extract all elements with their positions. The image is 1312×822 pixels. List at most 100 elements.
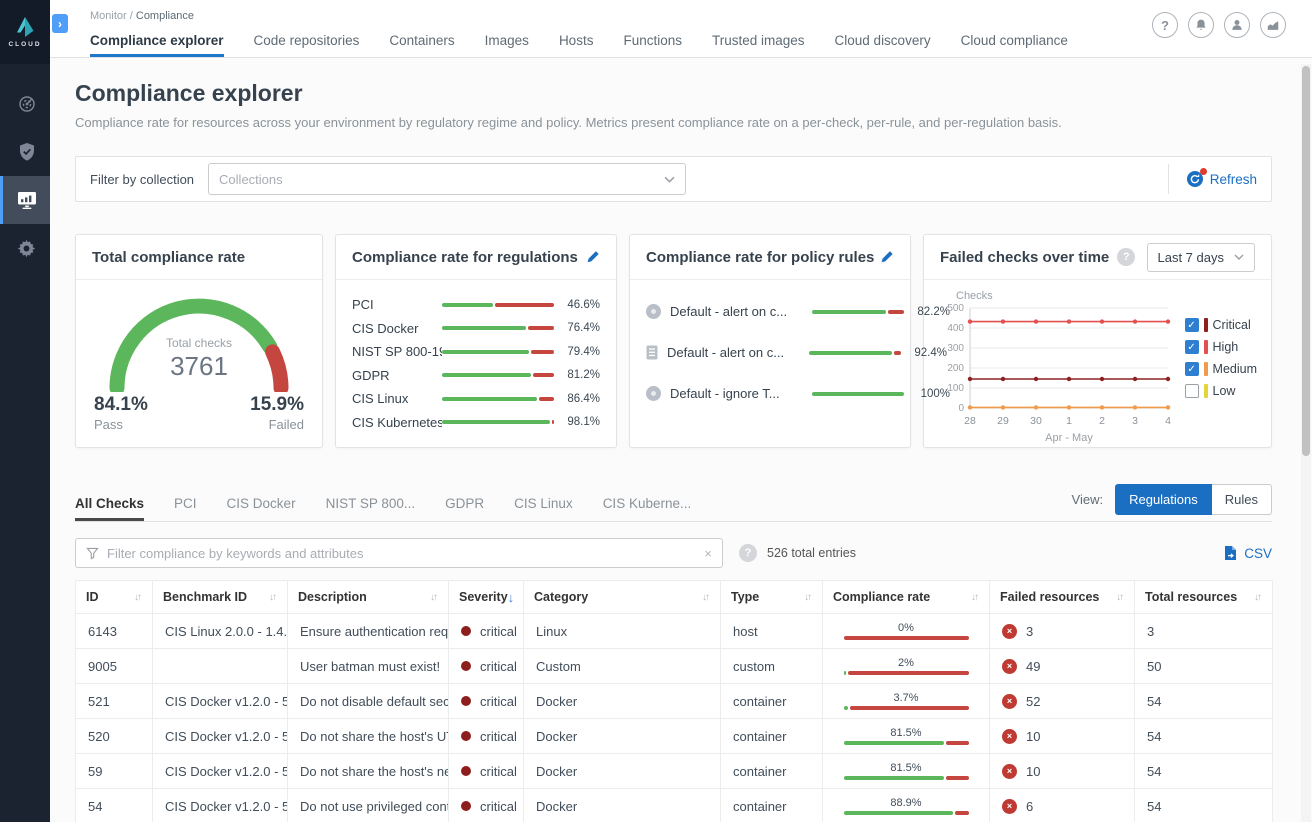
checks-tab-all-checks[interactable]: All Checks	[75, 496, 144, 521]
sidebar-expand-button[interactable]: ›	[52, 14, 68, 33]
scrollbar-thumb[interactable]	[1302, 66, 1310, 456]
checked-checkbox[interactable]: ✓	[1185, 318, 1199, 332]
compliance-rate-cell: 0%	[835, 622, 977, 640]
regulation-row[interactable]: CIS Kubernetes98.1%	[352, 411, 600, 435]
app-logo[interactable]: CLOUD	[0, 0, 50, 64]
bar-pass-segment	[809, 351, 892, 355]
sort-icon[interactable]: ↓↑	[971, 592, 979, 603]
sort-icon[interactable]: ↓↑	[269, 592, 277, 603]
help-icon[interactable]: ?	[1152, 12, 1178, 38]
collections-select[interactable]: Collections	[208, 163, 686, 195]
column-header-id[interactable]: ID↓↑	[76, 581, 153, 614]
legend-item-high[interactable]: ✓ High	[1185, 340, 1257, 354]
column-header-total-resources[interactable]: Total resources↓↑	[1135, 581, 1273, 614]
bar-pass-segment	[442, 326, 526, 330]
legend-item-critical[interactable]: ✓Critical	[1185, 318, 1257, 332]
sidebar-item-radars[interactable]	[0, 80, 50, 128]
sort-icon[interactable]: ↓↑	[134, 592, 142, 603]
checks-tab-cis-docker[interactable]: CIS Docker	[227, 496, 296, 521]
tab-cloud-compliance[interactable]: Cloud compliance	[961, 33, 1068, 57]
table-row[interactable]: 9005User batman must exist!criticalCusto…	[76, 649, 1273, 684]
view-toggle-label: View:	[1072, 492, 1104, 507]
column-header-description[interactable]: Description↓↑	[288, 581, 449, 614]
time-range-select[interactable]: Last 7 days	[1147, 243, 1256, 272]
usage-stats-icon[interactable]	[1260, 12, 1286, 38]
checked-checkbox[interactable]: ✓	[1185, 362, 1199, 376]
csv-export-button[interactable]: CSV	[1223, 545, 1272, 561]
csv-label: CSV	[1244, 546, 1272, 561]
checks-tab-pci[interactable]: PCI	[174, 496, 197, 521]
checked-checkbox[interactable]: ✓	[1185, 340, 1199, 354]
checks-tab-cis-kuberne[interactable]: CIS Kuberne...	[603, 496, 692, 521]
view-rules-button[interactable]: Rules	[1212, 484, 1272, 515]
checks-tab-nist-sp-800[interactable]: NIST SP 800...	[326, 496, 416, 521]
failed-checks-help-icon[interactable]: ?	[1117, 248, 1135, 266]
checks-tab-gdpr[interactable]: GDPR	[445, 496, 484, 521]
column-header-type[interactable]: Type↓↑	[721, 581, 823, 614]
sort-icon[interactable]: ↓↑	[804, 592, 812, 603]
legend-item-medium[interactable]: ✓Medium	[1185, 362, 1257, 376]
cell-benchmark-id: CIS Docker v1.2.0 - 5.20	[153, 719, 288, 754]
column-header-failed-resources[interactable]: Failed resources↓↑	[990, 581, 1135, 614]
vertical-scrollbar[interactable]	[1301, 64, 1311, 822]
table-row[interactable]: 6143CIS Linux 2.0.0 - 1.4.3Ensure authen…	[76, 614, 1273, 649]
column-header-severity[interactable]: Severity↓	[449, 581, 524, 614]
column-header-content: Severity↓	[459, 590, 513, 605]
column-header-compliance-rate[interactable]: Compliance rate↓↑	[823, 581, 990, 614]
tab-compliance-explorer[interactable]: Compliance explorer	[90, 33, 224, 57]
cell-type: host	[721, 614, 823, 649]
view-toggle: RegulationsRules	[1115, 484, 1272, 515]
legend-item-low[interactable]: Low	[1185, 384, 1257, 398]
regulation-row[interactable]: GDPR81.2%	[352, 364, 600, 388]
sort-icon[interactable]: ↓↑	[430, 592, 438, 603]
regulation-row[interactable]: CIS Docker76.4%	[352, 317, 600, 341]
edit-regulations-pencil-icon[interactable]	[586, 250, 600, 264]
tab-code-repositories[interactable]: Code repositories	[254, 33, 360, 57]
compliance-filter-input[interactable]	[107, 546, 696, 561]
gauge-total-checks: 3761	[89, 351, 309, 382]
sort-active-down-icon[interactable]: ↓	[508, 590, 517, 605]
legend-label: High	[1213, 340, 1239, 354]
table-row[interactable]: 520CIS Docker v1.2.0 - 5.20Do not share …	[76, 719, 1273, 754]
policy-rule-row[interactable]: Default - ignore T...100%	[646, 386, 894, 401]
failed-count: 3	[1026, 624, 1033, 639]
unchecked-checkbox[interactable]	[1185, 384, 1199, 398]
tab-images[interactable]: Images	[485, 33, 529, 57]
notifications-bell-icon[interactable]	[1188, 12, 1214, 38]
column-header-category[interactable]: Category↓↑	[524, 581, 721, 614]
regulation-row[interactable]: NIST SP 800-19079.4%	[352, 340, 600, 364]
regulation-row[interactable]: PCI46.6%	[352, 293, 600, 317]
breadcrumb-section[interactable]: Monitor	[90, 10, 127, 22]
tab-cloud-discovery[interactable]: Cloud discovery	[835, 33, 931, 57]
filter-help-icon[interactable]: ?	[739, 544, 757, 562]
table-row[interactable]: 54CIS Docker v1.2.0 - 5.4Do not use priv…	[76, 789, 1273, 822]
chart-legend: ✓Critical✓High✓MediumLow	[1185, 318, 1257, 398]
tab-containers[interactable]: Containers	[389, 33, 454, 57]
view-regulations-button[interactable]: Regulations	[1115, 484, 1212, 515]
tab-trusted-images[interactable]: Trusted images	[712, 33, 805, 57]
sort-icon[interactable]: ↓↑	[702, 592, 710, 603]
regulation-row[interactable]: CIS Linux86.4%	[352, 387, 600, 411]
refresh-button[interactable]: Refresh	[1187, 171, 1257, 187]
tab-functions[interactable]: Functions	[623, 33, 682, 57]
table-row[interactable]: 521CIS Docker v1.2.0 - 5.21Do not disabl…	[76, 684, 1273, 719]
policy-rule-row[interactable]: Default - alert on c...82.2%	[646, 304, 894, 319]
sidebar-item-defend[interactable]	[0, 128, 50, 176]
clear-filter-icon[interactable]: ×	[704, 546, 712, 561]
sort-icon[interactable]: ↓↑	[1254, 592, 1262, 603]
svg-text:400: 400	[947, 323, 964, 334]
edit-policy-rules-pencil-icon[interactable]	[880, 250, 894, 264]
profile-icon[interactable]	[1224, 12, 1250, 38]
checks-tab-cis-linux[interactable]: CIS Linux	[514, 496, 573, 521]
severity-label: critical	[480, 694, 517, 709]
failed-resources-value: ×49	[1002, 659, 1122, 674]
sort-icon[interactable]: ↓↑	[1116, 592, 1124, 603]
sidebar-item-monitor[interactable]	[0, 176, 50, 224]
sidebar-item-manage[interactable]	[0, 224, 50, 272]
column-header-benchmark-id[interactable]: Benchmark ID↓↑	[153, 581, 288, 614]
compliance-rate-bar	[844, 741, 969, 745]
policy-rule-row[interactable]: Default - alert on c...92.4%	[646, 345, 894, 360]
cell-type: custom	[721, 649, 823, 684]
table-row[interactable]: 59CIS Docker v1.2.0 - 5.9Do not share th…	[76, 754, 1273, 789]
tab-hosts[interactable]: Hosts	[559, 33, 594, 57]
